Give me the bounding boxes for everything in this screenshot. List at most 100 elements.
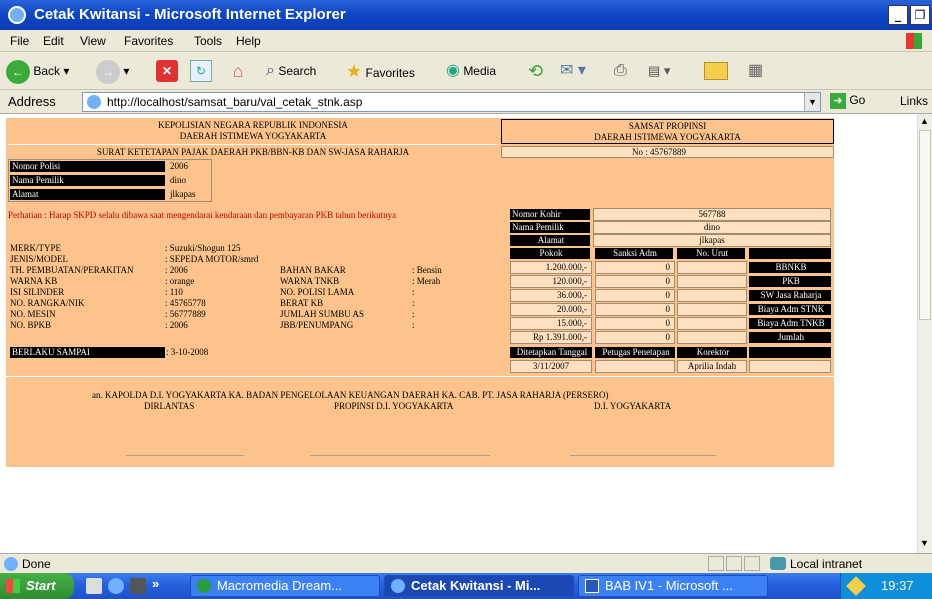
status-text: Done [22,557,51,571]
print-icon[interactable]: ⎙ [614,58,627,84]
intranet-icon [770,557,786,570]
header-left-line2: DAERAH ISTIMEWA YOGYAKARTA [179,131,327,141]
bahan-label: BAHAN BAKAR [280,265,346,275]
sanksi-row: 0 [595,289,675,302]
forward-button[interactable]: → ▾ [96,58,129,84]
isi-label: ISI SILINDER [10,287,65,297]
ie-quicklaunch-icon[interactable] [108,578,124,594]
jbb-value: : [412,320,415,330]
go-button[interactable]: ➜ Go [830,93,865,109]
window-title: Cetak Kwitansi - Microsoft Internet Expl… [34,6,346,23]
media-quicklaunch-icon[interactable] [130,578,146,594]
isi-value: : 110 [165,287,183,297]
home-icon[interactable]: ⌂ [226,60,250,82]
page-done-icon [4,557,18,571]
warnatnkb-label: WARNA TNKB [280,276,340,286]
folder-icon[interactable] [704,62,728,80]
task-cetak-kwitansi[interactable]: Cetak Kwitansi - Mi... [384,575,574,597]
maximize-button[interactable]: ❐ [910,5,930,25]
th-label: TH. PEMBUATAN/PERAKITAN [10,265,134,275]
address-dropdown-icon[interactable]: ▼ [804,93,820,111]
start-button[interactable]: Start [0,573,74,599]
footer-left: DIRLANTAS [144,401,195,411]
mesin-label: NO. MESIN [10,309,56,319]
menu-file[interactable]: File [10,34,29,48]
rangka-label: NO. RANGKA/NIK [10,298,85,308]
links-label[interactable]: Links [900,94,928,108]
search-button[interactable]: ⌕ Search [266,58,316,84]
bpkb-value: : 2006 [165,320,188,330]
no-urut-row [677,303,747,316]
sumbu-value: : [412,309,415,319]
berat-label: BERAT KB [280,298,324,308]
berlaku-label: BERLAKU SAMPAI [10,347,165,358]
status-bar: Done Local intranet [0,553,932,573]
ie-icon [8,6,26,24]
total-label: Jumlah [749,332,831,343]
menu-tools[interactable]: Tools [194,34,222,48]
petugas-value [595,360,675,373]
scroll-down-icon[interactable]: ▼ [920,538,929,548]
sanksi-row: 0 [595,303,675,316]
scroll-thumb[interactable] [919,130,931,320]
vertical-scrollbar[interactable]: ▲ ▼ [917,114,932,553]
kohir-name-value: dino [593,221,831,234]
toolbar: ← Back ▾ → ▾ ✕ ↻ ⌂ ⌕ Search ★ Favorites … [0,52,932,90]
berlaku-value: : 3-10-2008 [166,347,209,357]
forward-arrow-icon: → [96,59,120,84]
no-urut-row [677,289,747,302]
media-button[interactable]: ◉ Media [446,58,496,84]
go-arrow-icon: ➜ [830,93,846,109]
stop-icon[interactable]: ✕ [156,60,178,82]
jbb-label: JBB/PENUMPANG [280,320,354,330]
task-word[interactable]: BAB IV1 - Microsoft ... [578,575,768,597]
address-input[interactable]: http://localhost/samsat_baru/val_cetak_s… [82,92,821,112]
page-icon [87,95,101,109]
korektor-value: Aprilia Indah [677,360,747,373]
tray-icon[interactable] [846,576,866,596]
pokok-header: Pokok [510,248,590,259]
menu-help[interactable]: Help [236,34,261,48]
pokok-row: 120.000,- [510,275,592,288]
bahan-value: : Bensin [412,265,442,275]
word-icon [585,579,599,593]
no-urut-row [677,317,747,330]
th-value: : 2006 [165,265,188,275]
fee-label: Biaya Adm STNK [749,304,831,315]
task-dreamweaver[interactable]: Macromedia Dream... [190,575,380,597]
chevron-icon[interactable]: » [152,576,159,591]
discuss-icon[interactable]: ▦ [748,58,763,84]
pokok-row: 15.000,- [510,317,592,330]
sign-spacer [749,347,831,358]
taskbar: Start » Macromedia Dream... Cetak Kwitan… [0,573,932,599]
fee-label: SW Jasa Raharja [749,290,831,301]
menu-edit[interactable]: Edit [43,34,64,48]
kohir-name-label: Nama Pemilik [510,222,590,233]
windows-flag-icon [906,33,922,49]
favorites-button[interactable]: ★ Favorites [346,58,415,84]
edit-icon[interactable]: ▤ ▾ [648,58,670,84]
menu-view[interactable]: View [80,34,106,48]
sanksi-total: 0 [595,331,675,344]
menu-bar: File Edit View Favorites Tools Help [0,30,932,52]
header-right-line2: DAERAH ISTIMEWA YOGYAKARTA [594,132,741,142]
ditetapkan-value: 3/11/2007 [510,360,592,373]
quicklaunch-icon[interactable] [86,578,102,594]
rangka-value: : 45765778 [165,298,206,308]
back-button[interactable]: ← Back ▾ [6,58,69,84]
jenis-label: JENIS/MODEL [10,254,68,264]
mail-icon[interactable]: ✉ ▾ [560,58,586,84]
menu-favorites[interactable]: Favorites [124,34,173,48]
polisi-lama-value: : [412,287,415,297]
refresh-icon[interactable]: ↻ [190,60,212,82]
divider [8,144,498,145]
warna-label: WARNA KB [10,276,58,286]
scroll-up-icon[interactable]: ▲ [920,116,929,126]
minimize-button[interactable]: _ [888,5,908,25]
clock[interactable]: 19:37 [881,578,914,593]
mesin-value: : 56777889 [165,309,206,319]
history-icon[interactable]: ⟲ [528,58,543,84]
notice-text: Perhatian : Harap SKPD selalu dibawa saa… [8,210,397,220]
no-urut-total [677,331,747,344]
signature-line-mid [310,455,490,456]
